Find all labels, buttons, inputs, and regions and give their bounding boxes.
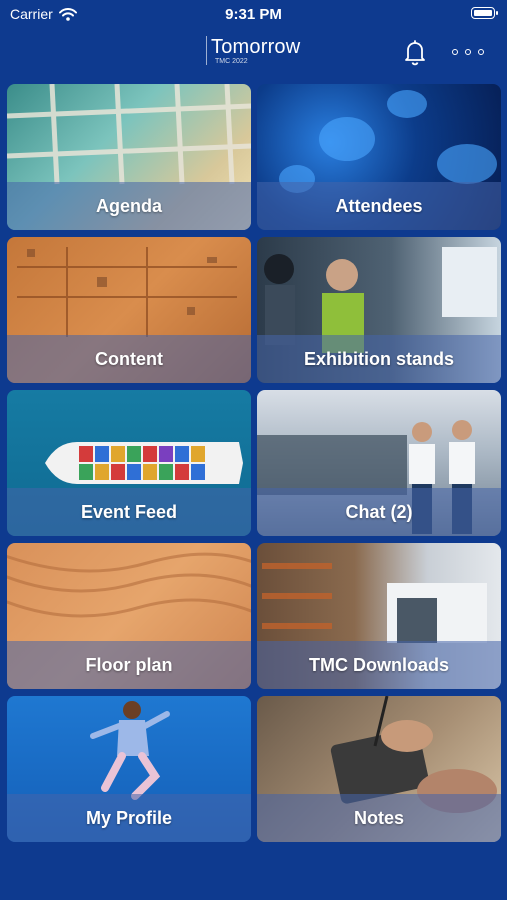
brand-title: Tomorrow: [211, 36, 301, 58]
tile-agenda[interactable]: Agenda: [7, 84, 251, 230]
more-dot: [465, 49, 471, 55]
tile-label: My Profile: [85, 808, 173, 828]
clock: 9:31 PM: [225, 6, 282, 23]
tile-label: Content: [95, 349, 163, 369]
battery-icon: [471, 7, 498, 19]
tile-tmc-downloads[interactable]: TMC Downloads: [257, 543, 501, 689]
tile-floor-plan[interactable]: Floor plan: [7, 543, 251, 689]
tile-event-feed[interactable]: Event Feed: [7, 390, 251, 536]
tile-attendees[interactable]: Attendees: [257, 84, 501, 230]
tile-my-profile[interactable]: My Profile: [7, 696, 251, 842]
tile-label: Floor plan: [85, 655, 173, 675]
tile-label: Exhibition stands: [303, 349, 454, 369]
bell-icon: [405, 40, 425, 66]
tile-label: Chat (2): [345, 502, 413, 522]
more-button[interactable]: [450, 44, 486, 60]
tile-label: Agenda: [95, 196, 162, 216]
tile-exhibition-stands[interactable]: Exhibition stands: [257, 237, 501, 383]
status-bar: Carrier 9:31 PM: [0, 0, 507, 30]
more-icon: [452, 49, 458, 55]
app-header: Tomorrow TMC 2022: [0, 30, 507, 78]
notifications-button[interactable]: [400, 37, 430, 67]
tile-chat[interactable]: Chat (2): [257, 390, 501, 536]
brand-logo: Tomorrow TMC 2022: [206, 36, 300, 65]
tile-label: Notes: [353, 808, 404, 828]
brand-subtitle: TMC 2022: [215, 58, 248, 65]
tile-label: TMC Downloads: [309, 655, 449, 675]
tile-notes[interactable]: Notes: [257, 696, 501, 842]
tile-content[interactable]: Content: [7, 237, 251, 383]
tile-label: Attendees: [335, 196, 423, 216]
tile-label: Event Feed: [80, 502, 178, 522]
more-dot: [478, 49, 484, 55]
